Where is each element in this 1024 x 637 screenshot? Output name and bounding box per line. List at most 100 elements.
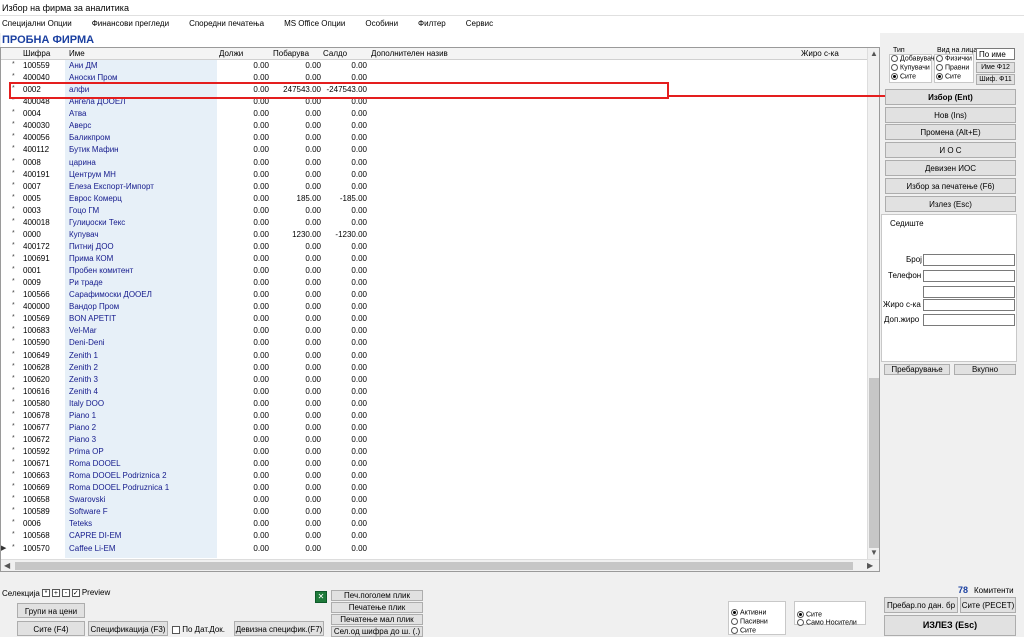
menu-item-2[interactable]: Споредни печатења <box>189 16 264 33</box>
table-row[interactable]: * 100683 Vel-Mar 0.00 0.00 0.00 <box>1 325 867 337</box>
vid-option-1[interactable]: Правни <box>936 64 969 71</box>
table-row[interactable]: * 100589 Software F 0.00 0.00 0.00 <box>1 506 867 518</box>
table-row[interactable]: * 100671 Roma DOOEL 0.00 0.00 0.00 <box>1 458 867 470</box>
horizontal-scroll-thumb[interactable] <box>15 562 853 570</box>
table-row[interactable]: * 0005 Еврос Комерц 0.00 185.00 -185.00 <box>1 193 867 205</box>
exit-button[interactable]: ИЗЛЕЗ (Esc) <box>884 615 1016 636</box>
exit-small-button[interactable]: Излез (Esc) <box>885 196 1016 212</box>
menu-item-5[interactable]: Филтер <box>418 16 446 33</box>
table-row[interactable]: * 100678 Piano 1 0.00 0.00 0.00 <box>1 410 867 422</box>
all-f4-button[interactable]: Сите (F4) <box>17 621 85 636</box>
menu-item-1[interactable]: Финансови прегледи <box>92 16 169 33</box>
table-row[interactable]: * 400040 Аноски Пром 0.00 0.00 0.00 <box>1 72 867 84</box>
table-row[interactable]: * 400056 Баликпром 0.00 0.00 0.00 <box>1 132 867 144</box>
carrier-option-0[interactable]: Сите <box>797 611 822 618</box>
table-row[interactable]: * 100568 CAPRE DI-EM 0.00 0.00 0.00 <box>1 530 867 542</box>
table-row[interactable]: * 0002 алфи 0.00 247543.00 -247543.00 <box>1 84 867 96</box>
status-option-2[interactable]: Сите <box>731 627 756 634</box>
edit-button[interactable]: Промена (Alt+E) <box>885 124 1016 140</box>
scroll-down-icon[interactable]: ▼ <box>870 548 878 557</box>
all-reset-button[interactable]: Сите (РЕСЕТ) <box>960 597 1016 613</box>
table-row[interactable]: * 0007 Елеза Експорт-Импорт 0.00 0.00 0.00 <box>1 181 867 193</box>
print-button-2[interactable]: Печатење мал плик <box>331 614 423 625</box>
menu-item-6[interactable]: Сервис <box>466 16 493 33</box>
header-dolzi[interactable]: Должи <box>219 49 243 58</box>
tip-option-2[interactable]: Сите <box>891 73 916 80</box>
specification-f3-button[interactable]: Спецификација (F3) <box>88 621 168 636</box>
menu-item-3[interactable]: MS Office Опции <box>284 16 345 33</box>
currency-ios-button[interactable]: Девизен ИОС <box>885 160 1016 176</box>
total-button[interactable]: Вкупно <box>954 364 1016 375</box>
name-f12-button[interactable]: Име Ф12 <box>976 62 1015 73</box>
table-row[interactable]: * 0008 царина 0.00 0.00 0.00 <box>1 157 867 169</box>
header-saldo[interactable]: Салдо <box>323 49 347 58</box>
scroll-right-icon[interactable]: ▶ <box>867 561 873 570</box>
broj-field[interactable] <box>923 254 1015 266</box>
table-row[interactable]: * 0009 Ри траде 0.00 0.00 0.00 <box>1 277 867 289</box>
clients-grid[interactable]: Шифра Име Должи Побарува Салдо Дополните… <box>0 47 880 572</box>
table-row[interactable]: * 400191 Центрум МН 0.00 0.00 0.00 <box>1 169 867 181</box>
status-option-1[interactable]: Пасивни <box>731 618 768 625</box>
search-button[interactable]: Пребарување <box>884 364 950 375</box>
ziro-field[interactable] <box>923 299 1015 311</box>
new-button[interactable]: Нов (Ins) <box>885 107 1016 123</box>
scroll-up-icon[interactable]: ▲ <box>870 49 878 58</box>
table-row[interactable]: * 400000 Вандор Пром 0.00 0.00 0.00 <box>1 301 867 313</box>
menu-item-4[interactable]: Особини <box>365 16 398 33</box>
table-row[interactable]: * 100628 Zenith 2 0.00 0.00 0.00 <box>1 362 867 374</box>
vid-option-2[interactable]: Сите <box>936 73 961 80</box>
vertical-scrollbar[interactable]: ▲ ▼ <box>867 48 879 559</box>
status-option-0[interactable]: Активни <box>731 609 766 616</box>
table-row[interactable]: * 400030 Аверс 0.00 0.00 0.00 <box>1 120 867 132</box>
vid-option-0[interactable]: Физички <box>936 55 972 62</box>
table-row[interactable]: * 100669 Roma DOOEL Podruznica 1 0.00 0.00 0.… <box>1 482 867 494</box>
tip-option-0[interactable]: Добавувач <box>891 55 935 62</box>
table-row[interactable]: * 100616 Zenith 4 0.00 0.00 0.00 <box>1 386 867 398</box>
header-ziro[interactable]: Жиро с-ка <box>801 49 839 58</box>
table-row[interactable]: * 100620 Zenith 3 0.00 0.00 0.00 <box>1 374 867 386</box>
currency-spec-button[interactable]: Девизна специфик.(F7) <box>234 621 324 636</box>
table-row[interactable]: * 100580 Italy DOO 0.00 0.00 0.00 <box>1 398 867 410</box>
table-row[interactable]: * 100590 Deni-Deni 0.00 0.00 0.00 <box>1 337 867 349</box>
excel-icon[interactable]: ✕ <box>315 591 327 603</box>
price-groups-button[interactable]: Групи на цени <box>17 603 85 618</box>
table-row[interactable]: * 400172 Питниј ДОО 0.00 0.00 0.00 <box>1 241 867 253</box>
header-name[interactable]: Име <box>69 49 85 58</box>
table-row[interactable]: * 100691 Прима КОМ 0.00 0.00 0.00 <box>1 253 867 265</box>
table-row[interactable]: * 0006 Teteks 0.00 0.00 0.00 <box>1 518 867 530</box>
select-button[interactable]: Избор (Ent) <box>885 89 1016 105</box>
print-button-0[interactable]: Печ.поголем плик <box>331 590 423 601</box>
table-row[interactable]: * 100592 Prima OP 0.00 0.00 0.00 <box>1 446 867 458</box>
table-row[interactable]: * 100663 Roma DOOEL Podriznica 2 0.00 0.00 0.… <box>1 470 867 482</box>
table-row[interactable]: * 100672 Piano 3 0.00 0.00 0.00 <box>1 434 867 446</box>
carrier-option-1[interactable]: Само Носители <box>797 619 857 626</box>
table-row[interactable]: * 0003 Гоцо ГМ 0.00 0.00 0.00 <box>1 205 867 217</box>
search-by-tax-button[interactable]: Пребар.по дан. бр <box>884 597 958 613</box>
print-button-3[interactable]: Сел.од шифра до ш. (.) <box>331 626 423 637</box>
header-pobaruva[interactable]: Побарува <box>273 49 309 58</box>
table-row[interactable]: * 100569 BON APETIT 0.00 0.00 0.00 <box>1 313 867 325</box>
menu-item-0[interactable]: Специјални Опции <box>2 16 72 33</box>
table-row[interactable]: * 100658 Swarovski 0.00 0.00 0.00 <box>1 494 867 506</box>
tip-option-1[interactable]: Купувачи <box>891 64 930 71</box>
table-row[interactable]: * 100559 Ани ДМ 0.00 0.00 0.00 <box>1 60 867 72</box>
ios-button[interactable]: И О С <box>885 142 1016 158</box>
selection-controls[interactable]: * + - ✓ Preview <box>42 588 110 598</box>
selection-plus-icon[interactable]: + <box>51 589 60 598</box>
table-row[interactable]: * 100566 Сарафимоски ДООЕЛ 0.00 0.00 0.00 <box>1 289 867 301</box>
telefon-field[interactable] <box>923 270 1015 282</box>
dop-ziro-field[interactable] <box>923 314 1015 326</box>
po-dat-checkbox[interactable]: По Дат.Док. <box>172 625 225 634</box>
table-row[interactable]: * 400048 Ангела ДООЕЛ 0.00 0.00 0.00 <box>1 96 867 108</box>
table-row[interactable]: * 0004 Атва 0.00 0.00 0.00 <box>1 108 867 120</box>
table-row[interactable]: * 0000 Купувач 0.00 1230.00 -1230.00 <box>1 229 867 241</box>
po-ime-field[interactable]: По име <box>976 48 1015 60</box>
table-row[interactable]: ▶ * 100570 Caffee Li-EM 0.00 0.00 0.00 <box>1 543 867 555</box>
print-select-button[interactable]: Избор за печатење (F6) <box>885 178 1016 194</box>
table-row[interactable]: * 400018 Гулиџоски Текс 0.00 0.00 0.00 <box>1 217 867 229</box>
table-row[interactable]: * 400112 Бутик Мафин 0.00 0.00 0.00 <box>1 144 867 156</box>
horizontal-scrollbar[interactable]: ◀ ▶ <box>1 559 879 571</box>
vertical-scroll-thumb[interactable] <box>869 378 879 548</box>
header-code[interactable]: Шифра <box>23 49 50 58</box>
print-button-1[interactable]: Печатење плик <box>331 602 423 613</box>
